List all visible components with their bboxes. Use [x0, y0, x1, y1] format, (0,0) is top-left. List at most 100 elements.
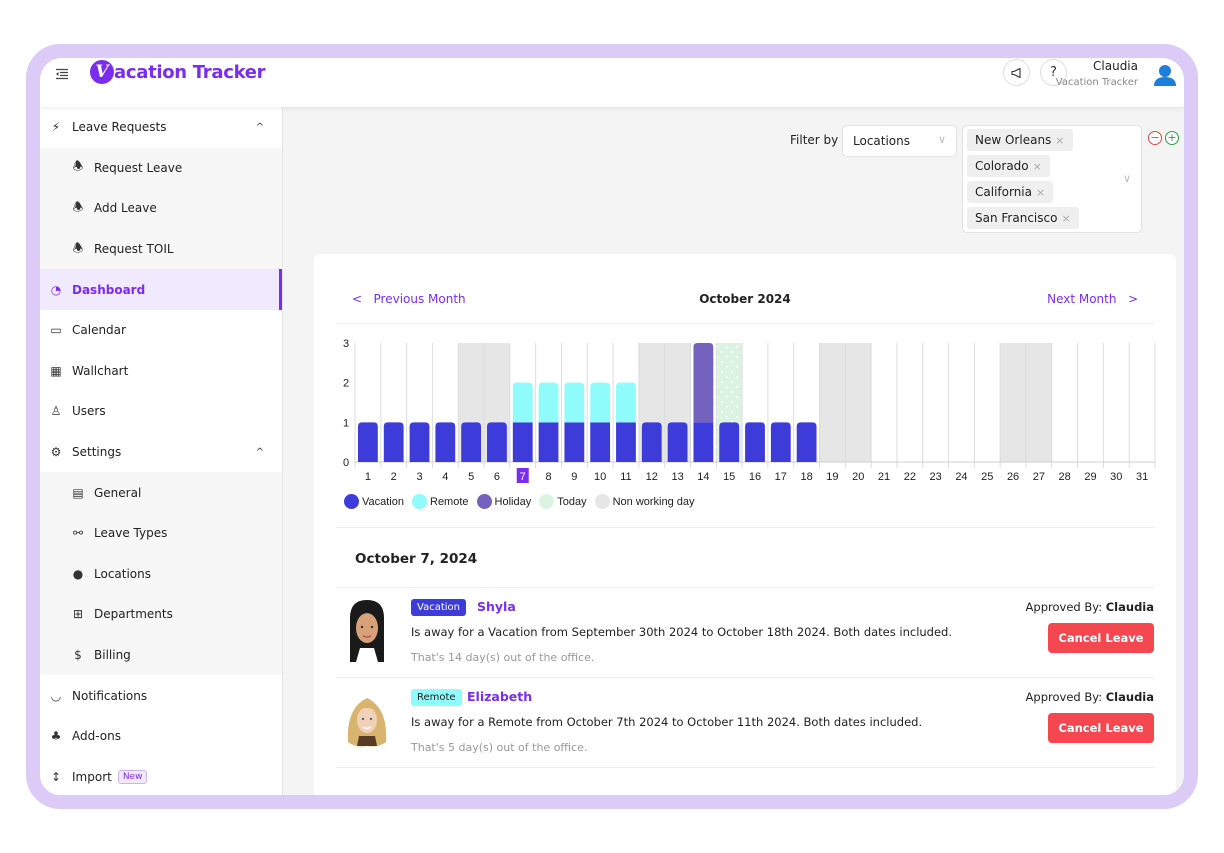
- employee-name-link[interactable]: Shyla: [477, 599, 516, 614]
- x-tick-label-day-30[interactable]: 30: [1110, 471, 1122, 483]
- x-tick-label-day-7[interactable]: 7: [520, 471, 526, 483]
- y-tick-label: 2: [343, 378, 349, 390]
- approved-by-label: Approved By:: [1025, 600, 1103, 614]
- user-avatar-icon[interactable]: [1152, 62, 1178, 88]
- x-tick-label-day-1[interactable]: 1: [365, 471, 371, 483]
- x-tick-label-day-24[interactable]: 24: [955, 471, 967, 483]
- x-tick-label-day-31[interactable]: 31: [1136, 471, 1148, 483]
- location-pin-icon: ●: [72, 566, 84, 581]
- add-filter-button[interactable]: +: [1165, 131, 1179, 145]
- sidebar-item-calendar[interactable]: ▭ Calendar: [40, 310, 282, 351]
- sidebar-item-leave-requests[interactable]: ⚡ Leave Requests ^: [40, 107, 282, 148]
- announcements-button[interactable]: [1003, 59, 1030, 86]
- sidebar-item-label: Users: [72, 404, 106, 419]
- sidebar-item-label: General: [94, 485, 142, 500]
- x-tick-label-day-23[interactable]: 23: [930, 471, 942, 483]
- chart-legend: Vacation Remote Holiday Today Non working da…: [344, 494, 703, 509]
- bar-vacation-day-17: [770, 422, 791, 462]
- legend-swatch: [344, 494, 359, 509]
- legend-item-non-working-day[interactable]: Non working day: [594, 494, 695, 509]
- x-tick-label-day-28[interactable]: 28: [1059, 471, 1071, 483]
- bar-vacation-day-2: [383, 422, 404, 462]
- chevron-up-icon[interactable]: ^: [256, 122, 264, 133]
- x-tick-label-day-22[interactable]: 22: [904, 471, 916, 483]
- x-tick-label-day-21[interactable]: 21: [878, 471, 890, 483]
- x-tick-label-day-6[interactable]: 6: [494, 471, 500, 483]
- x-tick-label-day-25[interactable]: 25: [981, 471, 993, 483]
- filter-type-select[interactable]: Locations ∨: [842, 125, 957, 157]
- sidebar-item-import[interactable]: ↕ Import New: [40, 757, 282, 796]
- x-tick-label-day-26[interactable]: 26: [1007, 471, 1019, 483]
- bar-remote-day-11: [616, 382, 636, 423]
- sidebar-item-label: Departments: [94, 607, 173, 622]
- chevron-down-icon: ∨: [937, 133, 946, 146]
- x-tick-label-day-12[interactable]: 12: [646, 471, 658, 483]
- approver-name: Claudia: [1105, 690, 1154, 704]
- sidebar-item-locations[interactable]: ● Locations: [40, 553, 282, 595]
- legend-item-remote[interactable]: Remote: [412, 494, 469, 509]
- document-icon: ▤: [72, 485, 84, 500]
- sidebar-item-settings[interactable]: ⚙ Settings ^: [40, 432, 282, 473]
- x-tick-label-day-18[interactable]: 18: [800, 471, 812, 483]
- remove-filter-button[interactable]: −: [1148, 131, 1162, 145]
- location-tag: California ×: [967, 181, 1054, 203]
- chevron-down-icon: ∨: [1122, 172, 1131, 185]
- bell-icon: 🕭: [72, 240, 84, 255]
- chevron-up-icon[interactable]: ^: [256, 447, 264, 458]
- user-name[interactable]: Claudia: [1093, 59, 1138, 73]
- x-tick-label-day-13[interactable]: 13: [671, 471, 683, 483]
- collapse-menu-icon[interactable]: [54, 66, 70, 82]
- top-header: V acation Tracker ? Claudia Vacation Tra…: [40, 58, 1184, 107]
- sidebar-item-leave-types[interactable]: ⚯ Leave Types: [40, 512, 282, 554]
- sidebar-item-departments[interactable]: ⊞ Departments: [40, 594, 282, 635]
- sidebar-item-add-leave[interactable]: 🕭 Add Leave: [40, 188, 282, 229]
- location-tag: San Francisco ×: [967, 207, 1079, 229]
- employee-name-link[interactable]: Elizabeth: [467, 689, 532, 704]
- x-tick-label-day-9[interactable]: 9: [571, 471, 577, 483]
- x-tick-label-day-10[interactable]: 10: [594, 471, 606, 483]
- x-tick-label-day-2[interactable]: 2: [391, 471, 397, 483]
- approver-name: Claudia: [1105, 600, 1154, 614]
- x-tick-label-day-19[interactable]: 19: [826, 471, 838, 483]
- main-content: Filter by Locations ∨ ∨ New Orleans × Colo…: [283, 107, 1184, 795]
- departments-icon: ⊞: [72, 607, 84, 622]
- sidebar-item-request-toil[interactable]: 🕭 Request TOIL: [40, 228, 282, 270]
- bar-vacation-day-16: [745, 422, 765, 462]
- x-tick-label-day-16[interactable]: 16: [749, 471, 761, 483]
- sidebar-item-billing[interactable]: $ Billing: [40, 634, 282, 676]
- sidebar-item-dashboard[interactable]: ◔ Dashboard: [40, 269, 282, 310]
- x-tick-label-day-17[interactable]: 17: [775, 471, 787, 483]
- sidebar-item-add-ons[interactable]: ♣ Add-ons: [40, 716, 282, 757]
- remove-tag-icon[interactable]: ×: [1033, 160, 1042, 173]
- cancel-leave-button[interactable]: Cancel Leave: [1048, 713, 1154, 743]
- x-tick-label-day-15[interactable]: 15: [723, 471, 735, 483]
- app-logo[interactable]: V acation Tracker: [90, 60, 266, 84]
- legend-item-holiday[interactable]: Holiday: [476, 494, 531, 509]
- sidebar-item-wallchart[interactable]: ▦ Wallchart: [40, 351, 282, 392]
- remove-tag-icon[interactable]: ×: [1061, 212, 1070, 225]
- location-tag-label: San Francisco: [975, 211, 1058, 225]
- locations-multiselect[interactable]: ∨ New Orleans × Colorado × California × San Fr…: [962, 125, 1142, 233]
- sidebar-item-users[interactable]: ♙ Users: [40, 391, 282, 432]
- x-tick-label-day-14[interactable]: 14: [697, 471, 709, 483]
- x-tick-label-day-11[interactable]: 11: [620, 471, 631, 483]
- sidebar-item-notifications[interactable]: ◡ Notifications: [40, 675, 282, 716]
- sidebar-item-request-leave[interactable]: 🕭 Request Leave: [40, 147, 282, 189]
- x-tick-label-day-29[interactable]: 29: [1084, 471, 1096, 483]
- x-tick-label-day-4[interactable]: 4: [442, 471, 448, 483]
- bar-vacation-day-15: [719, 422, 740, 462]
- sidebar-item-general[interactable]: ▤ General: [40, 472, 282, 513]
- non-working-day-bg: [1025, 343, 1052, 462]
- remove-tag-icon[interactable]: ×: [1036, 186, 1045, 199]
- sidebar-item-label: Import: [72, 769, 112, 784]
- legend-item-vacation[interactable]: Vacation: [344, 494, 404, 509]
- x-tick-label-day-3[interactable]: 3: [416, 471, 422, 483]
- minus-icon: −: [1150, 131, 1160, 144]
- cancel-leave-button[interactable]: Cancel Leave: [1048, 623, 1154, 653]
- x-tick-label-day-20[interactable]: 20: [852, 471, 864, 483]
- x-tick-label-day-8[interactable]: 8: [545, 471, 551, 483]
- legend-item-today[interactable]: Today: [539, 494, 587, 509]
- x-tick-label-day-5[interactable]: 5: [468, 471, 474, 483]
- x-tick-label-day-27[interactable]: 27: [1033, 471, 1045, 483]
- remove-tag-icon[interactable]: ×: [1055, 134, 1064, 147]
